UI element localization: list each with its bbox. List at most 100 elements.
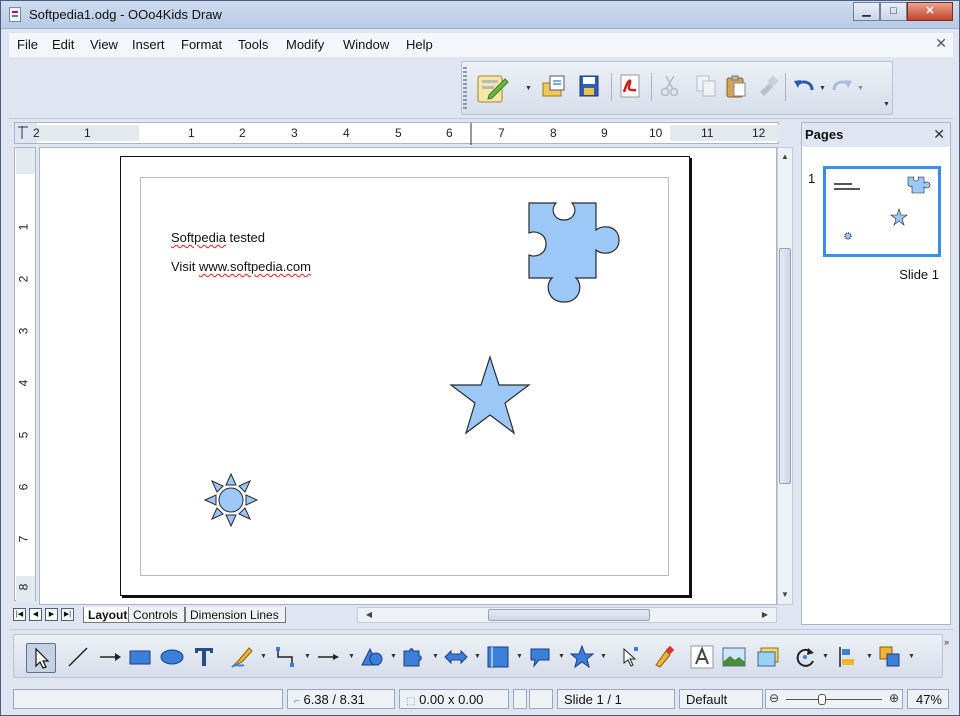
block-arrows-dropdown-icon[interactable]: ▼ <box>474 653 481 660</box>
maximize-button[interactable]: □ <box>880 2 907 21</box>
alignment-tool-icon[interactable] <box>836 645 860 669</box>
text-box-tested[interactable]: Softpedia tested <box>171 230 265 245</box>
cut-icon[interactable] <box>657 73 683 99</box>
horizontal-scroll-thumb[interactable] <box>488 609 650 621</box>
ruler-label: 8 <box>550 126 557 140</box>
menu-help[interactable]: Help <box>406 37 433 52</box>
arrange-dropdown-icon[interactable]: ▼ <box>908 653 915 660</box>
symbol-shapes-tool-icon[interactable] <box>402 645 426 669</box>
lines-dropdown-icon[interactable]: ▼ <box>348 653 355 660</box>
menu-edit[interactable]: Edit <box>52 37 74 52</box>
puzzle-shape[interactable] <box>526 200 622 308</box>
gallery-tool-icon[interactable] <box>756 645 780 669</box>
rotate-tool-icon[interactable] <box>794 645 818 669</box>
callouts-dropdown-icon[interactable]: ▼ <box>558 653 565 660</box>
minimize-button[interactable]: ▁ <box>853 2 880 21</box>
app-icon <box>9 7 21 22</box>
format-paintbrush-icon[interactable] <box>755 73 781 99</box>
arrow-line-tool-icon[interactable] <box>98 645 122 669</box>
block-arrows-tool-icon[interactable] <box>444 645 468 669</box>
sun-shape[interactable] <box>203 472 259 528</box>
connector-dropdown-icon[interactable]: ▼ <box>304 653 311 660</box>
save-icon[interactable] <box>576 73 602 99</box>
drawbar-overflow-icon[interactable]: » <box>944 637 949 647</box>
rectangle-tool-icon[interactable] <box>128 645 152 669</box>
select-tool-button[interactable] <box>26 643 56 673</box>
redo-icon[interactable] <box>829 73 855 99</box>
vertical-scroll-thumb[interactable] <box>779 248 791 484</box>
menu-window[interactable]: Window <box>343 37 389 52</box>
scroll-left-icon[interactable]: ◀ <box>362 608 376 622</box>
last-tab-icon[interactable]: ▶| <box>61 608 74 621</box>
horizontal-scrollbar[interactable]: ◀ ▶ <box>357 607 777 623</box>
menu-insert[interactable]: Insert <box>132 37 165 52</box>
scroll-down-icon[interactable]: ▼ <box>778 588 792 602</box>
scroll-right-icon[interactable]: ▶ <box>758 608 772 622</box>
symbol-shapes-dropdown-icon[interactable]: ▼ <box>432 653 439 660</box>
export-icon[interactable] <box>541 73 567 99</box>
close-document-icon[interactable]: ✕ <box>935 35 947 52</box>
menu-file[interactable]: File <box>17 37 38 52</box>
basic-shapes-dropdown-icon[interactable]: ▼ <box>390 653 397 660</box>
scroll-up-icon[interactable]: ▲ <box>778 150 792 164</box>
zoom-slider[interactable]: ⊖ ⊕ <box>765 689 903 709</box>
star-shape[interactable] <box>449 355 531 437</box>
tab-layout[interactable]: Layout <box>83 607 135 623</box>
zoom-handle[interactable] <box>818 694 827 705</box>
fontwork-tool-icon[interactable] <box>690 645 714 669</box>
vertical-scrollbar[interactable]: ▲ ▼ <box>777 147 793 605</box>
connector-tool-icon[interactable] <box>274 645 298 669</box>
stars-tool-icon[interactable] <box>570 645 594 669</box>
flowchart-dropdown-icon[interactable]: ▼ <box>516 653 523 660</box>
stars-dropdown-icon[interactable]: ▼ <box>600 653 607 660</box>
drawing-page[interactable]: Softpedia tested Visit www.softpedia.com <box>120 156 690 596</box>
export-pdf-icon[interactable] <box>617 73 643 99</box>
drawing-canvas[interactable]: Softpedia tested Visit www.softpedia.com <box>39 147 777 605</box>
status-zoom[interactable]: 47% <box>907 689 949 709</box>
panel-splitter[interactable] <box>793 122 801 625</box>
flowchart-tool-icon[interactable] <box>486 645 510 669</box>
slide-thumbnail[interactable] <box>823 166 941 257</box>
horizontal-ruler[interactable]: 2 1 1 2 3 4 5 6 7 8 9 10 11 12 <box>14 122 780 145</box>
prev-tab-icon[interactable]: ◀ <box>29 608 42 621</box>
app-window: Softpedia1.odg - OOo4Kids Draw ▁ □ ✕ Fil… <box>0 0 960 716</box>
curve-dropdown-icon[interactable]: ▼ <box>260 653 267 660</box>
callouts-tool-icon[interactable] <box>528 645 552 669</box>
toolbar-grip[interactable] <box>463 67 467 111</box>
text-visit-link: www.softpedia.com <box>198 259 311 274</box>
menu-format[interactable]: Format <box>181 37 222 52</box>
zoom-out-icon[interactable]: ⊖ <box>769 691 779 705</box>
menu-view[interactable]: View <box>90 37 118 52</box>
paste-icon[interactable] <box>723 73 749 99</box>
menu-tools[interactable]: Tools <box>238 37 268 52</box>
line-tool-icon[interactable] <box>66 645 90 669</box>
points-tool-icon[interactable] <box>618 645 642 669</box>
undo-icon[interactable] <box>791 73 817 99</box>
basic-shapes-tool-icon[interactable] <box>360 645 384 669</box>
vertical-ruler[interactable]: 1 2 3 4 5 6 7 8 <box>14 147 36 602</box>
first-tab-icon[interactable]: |◀ <box>13 608 26 621</box>
zoom-in-icon[interactable]: ⊕ <box>889 691 899 705</box>
redo-dropdown-icon[interactable]: ▼ <box>857 85 864 92</box>
close-button[interactable]: ✕ <box>907 2 953 21</box>
arrange-tool-icon[interactable] <box>878 645 902 669</box>
menu-modify[interactable]: Modify <box>286 37 324 52</box>
toolbar-overflow-icon[interactable]: ▼ <box>883 101 890 108</box>
glue-points-tool-icon[interactable] <box>652 645 676 669</box>
from-file-tool-icon[interactable] <box>722 645 746 669</box>
undo-dropdown-icon[interactable]: ▼ <box>819 85 826 92</box>
text-tool-icon[interactable] <box>192 645 216 669</box>
pages-panel-close-icon[interactable]: ✕ <box>933 126 945 143</box>
copy-icon[interactable] <box>693 73 719 99</box>
rotate-dropdown-icon[interactable]: ▼ <box>822 653 829 660</box>
tab-controls[interactable]: Controls <box>128 607 185 623</box>
lines-arrows-tool-icon[interactable] <box>316 645 340 669</box>
curve-tool-icon[interactable] <box>230 645 254 669</box>
edit-file-icon[interactable] <box>475 71 509 105</box>
next-tab-icon[interactable]: ▶ <box>45 608 58 621</box>
text-box-visit[interactable]: Visit www.softpedia.com <box>171 259 311 274</box>
edit-file-dropdown-icon[interactable]: ▼ <box>525 85 532 92</box>
tab-dimension-lines[interactable]: Dimension Lines <box>185 607 286 623</box>
ellipse-tool-icon[interactable] <box>160 645 184 669</box>
alignment-dropdown-icon[interactable]: ▼ <box>866 653 873 660</box>
